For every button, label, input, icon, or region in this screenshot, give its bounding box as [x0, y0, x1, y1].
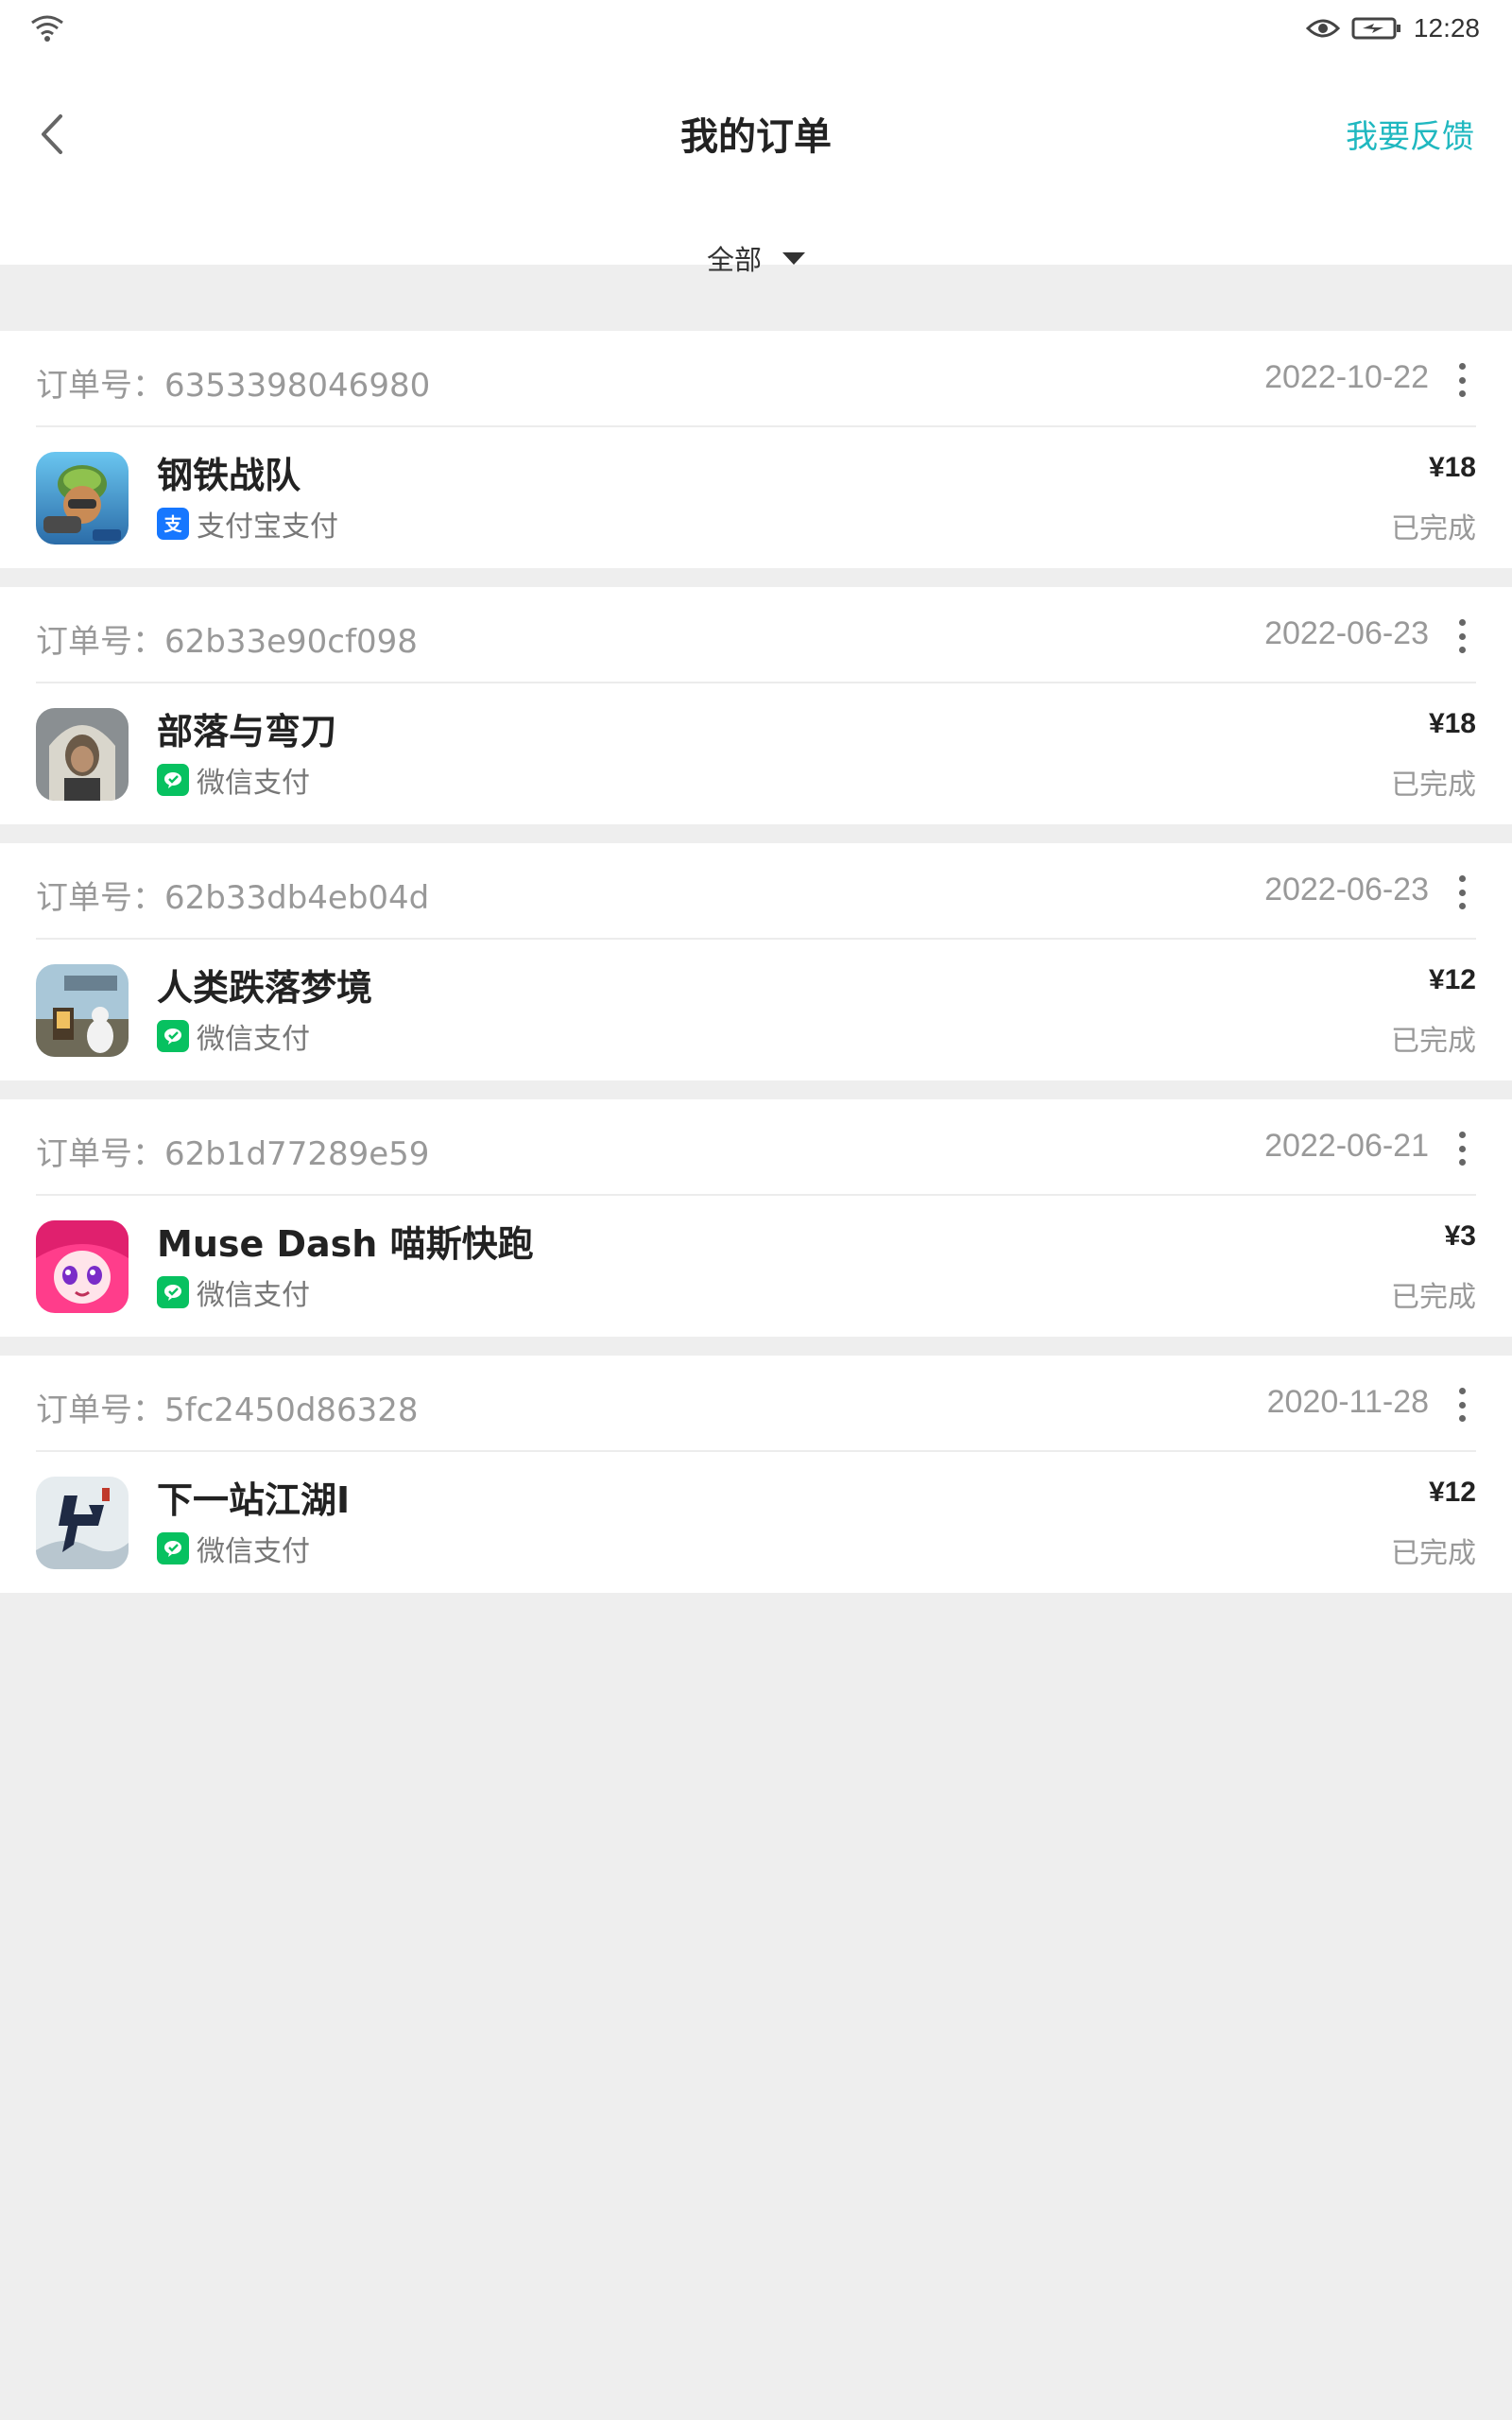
order-price: ¥12 [1428, 964, 1476, 995]
game-name: 部落与弯刀 [157, 711, 337, 752]
order-number: 订单号：6353398046980 [36, 367, 431, 405]
game-icon-steel-squad [36, 452, 129, 544]
game-name: Muse Dash 喵斯快跑 [157, 1223, 534, 1265]
wifi-icon [31, 15, 63, 42]
payment-method: 支 支付宝支付 [157, 503, 338, 544]
feedback-button[interactable]: 我要反馈 [1346, 111, 1474, 157]
more-options-button[interactable] [1455, 1388, 1469, 1422]
order-number: 订单号：62b33e90cf098 [36, 623, 418, 661]
wechat-pay-icon [157, 1020, 189, 1052]
order-price: ¥18 [1428, 708, 1476, 739]
payment-method: 微信支付 [157, 1271, 310, 1313]
game-name: 人类跌落梦境 [157, 967, 373, 1009]
payment-label: 支付宝支付 [197, 510, 338, 544]
filter-label: 全部 [706, 244, 762, 276]
more-options-button[interactable] [1455, 363, 1469, 397]
eye-icon [1305, 19, 1340, 38]
payment-label: 微信支付 [197, 1023, 310, 1056]
game-name: 下一站江湖Ⅰ [157, 1479, 351, 1521]
status-time: 12:28 [1413, 13, 1480, 43]
order-date: 2022-06-23 [1264, 872, 1429, 908]
order-number: 订单号：5fc2450d86328 [36, 1392, 419, 1429]
alipay-icon: 支 [157, 508, 189, 540]
game-icon-human-fall-flat [36, 964, 129, 1057]
game-name: 钢铁战队 [157, 455, 301, 496]
order-status: 已完成 [1391, 512, 1476, 545]
order-body: 部落与弯刀 微信支付 ¥18 已完成 [36, 683, 1476, 824]
order-date: 2022-06-23 [1264, 615, 1429, 651]
order-body: 人类跌落梦境 微信支付 ¥12 已完成 [36, 940, 1476, 1080]
order-header: 订单号：62b33db4eb04d 2022-06-23 [36, 843, 1476, 940]
payment-label: 微信支付 [197, 1535, 310, 1568]
payment-label: 微信支付 [197, 767, 310, 800]
wechat-pay-icon [157, 1532, 189, 1564]
order-body: 钢铁战队 支 支付宝支付 ¥18 已完成 [36, 427, 1476, 568]
order-number: 订单号：62b33db4eb04d [36, 879, 430, 917]
more-options-button[interactable] [1455, 619, 1469, 653]
payment-method: 微信支付 [157, 1015, 310, 1057]
order-body: 下一站江湖Ⅰ 微信支付 ¥12 已完成 [36, 1452, 1476, 1593]
order-header: 订单号：5fc2450d86328 2020-11-28 [36, 1356, 1476, 1452]
caret-down-icon [782, 251, 805, 265]
order-header: 订单号：6353398046980 2022-10-22 [36, 331, 1476, 427]
more-options-button[interactable] [1455, 1132, 1469, 1166]
game-icon-muse-dash [36, 1220, 129, 1313]
order-status: 已完成 [1391, 1025, 1476, 1058]
payment-method: 微信支付 [157, 1528, 310, 1569]
order-card[interactable]: 订单号：62b1d77289e59 2022-06-21 Muse Dash 喵… [0, 1099, 1512, 1337]
order-status: 已完成 [1391, 1537, 1476, 1570]
order-date: 2020-11-28 [1266, 1384, 1429, 1420]
order-card[interactable]: 订单号：62b33db4eb04d 2022-06-23 人类跌落梦境 微信支付… [0, 843, 1512, 1080]
order-card[interactable]: 订单号：62b33e90cf098 2022-06-23 部落与弯刀 微信支付 [0, 587, 1512, 824]
order-card[interactable]: 订单号：6353398046980 2022-10-22 钢铁战队 支 支付宝支… [0, 331, 1512, 568]
order-header: 订单号：62b33e90cf098 2022-06-23 [36, 587, 1476, 683]
order-header: 订单号：62b1d77289e59 2022-06-21 [36, 1099, 1476, 1196]
header: 我的订单 我要反馈 全部 [0, 57, 1512, 276]
wechat-pay-icon [157, 1276, 189, 1308]
order-list: 订单号：6353398046980 2022-10-22 钢铁战队 支 支付宝支… [0, 331, 1512, 1612]
order-card[interactable]: 订单号：5fc2450d86328 2020-11-28 下一站江湖Ⅰ 微信支付 [0, 1356, 1512, 1593]
payment-method: 微信支付 [157, 759, 310, 801]
wechat-pay-icon [157, 764, 189, 796]
order-number: 订单号：62b1d77289e59 [36, 1135, 430, 1173]
status-bar: 12:28 [0, 0, 1512, 57]
order-price: ¥3 [1444, 1220, 1476, 1252]
order-body: Muse Dash 喵斯快跑 微信支付 ¥3 已完成 [36, 1196, 1476, 1337]
battery-charging-icon [1351, 17, 1400, 40]
filter-dropdown[interactable]: 全部 [0, 238, 1512, 278]
order-date: 2022-10-22 [1264, 359, 1429, 395]
more-options-button[interactable] [1455, 875, 1469, 909]
order-price: ¥18 [1428, 452, 1476, 483]
order-date: 2022-06-21 [1264, 1128, 1429, 1164]
order-price: ¥12 [1428, 1477, 1476, 1508]
order-status: 已完成 [1391, 769, 1476, 802]
svg-text:支: 支 [163, 514, 182, 535]
payment-label: 微信支付 [197, 1279, 310, 1312]
game-icon-next-stop-jianghu [36, 1477, 129, 1569]
page-title: 我的订单 [680, 115, 832, 159]
game-icon-tribe-and-blade [36, 708, 129, 801]
order-status: 已完成 [1391, 1281, 1476, 1314]
